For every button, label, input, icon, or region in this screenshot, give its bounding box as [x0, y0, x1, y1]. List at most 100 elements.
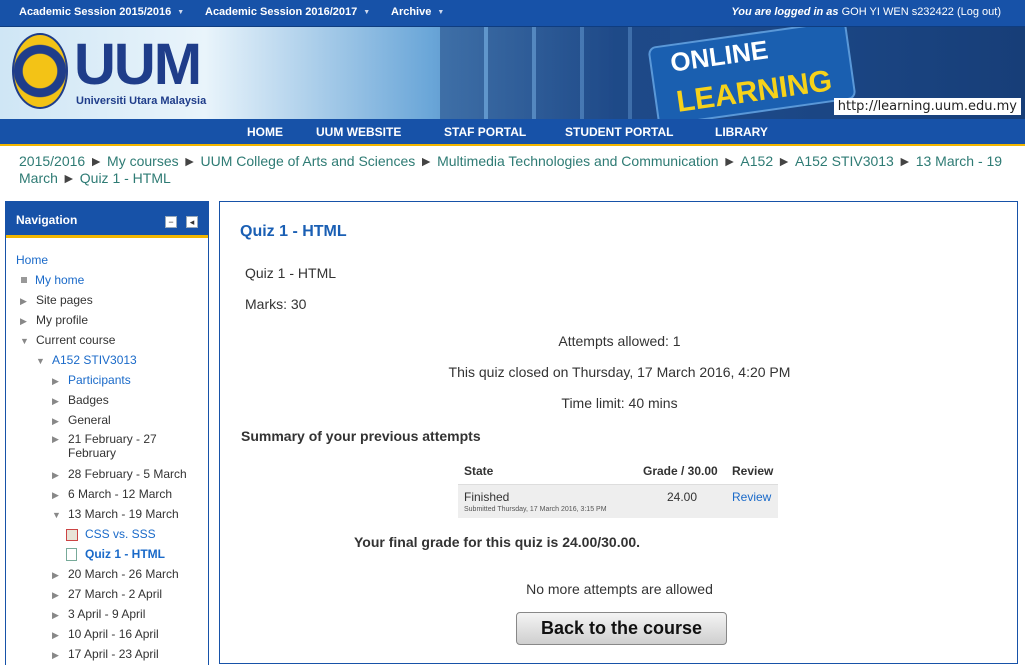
nav-item-week[interactable]: ▶ 10 April - 16 April: [52, 626, 159, 642]
column-header-state: State: [464, 464, 494, 478]
nav-item-general[interactable]: ▶ General: [52, 412, 111, 428]
user-link[interactable]: GOH YI WEN s232422: [842, 6, 954, 18]
menu-session-2015[interactable]: Academic Session 2015/2016 ▼: [19, 6, 184, 18]
nav-item-label: 27 March - 2 April: [68, 587, 163, 601]
nav-item-label: 6 March - 12 March: [68, 487, 173, 501]
quiz-icon: [66, 548, 77, 562]
column-header-review: Review: [732, 464, 774, 478]
nav-item-week[interactable]: ▶ 28 February - 5 March: [52, 466, 187, 482]
nav-item-week[interactable]: ▶ 6 March - 12 March: [52, 486, 172, 502]
menu-label: Archive: [391, 6, 432, 18]
nav-item-quiz-current[interactable]: Quiz 1 - HTML: [66, 546, 165, 562]
breadcrumb-separator: ►: [777, 153, 791, 169]
breadcrumb-item[interactable]: Multimedia Technologies and Communicatio…: [437, 153, 718, 169]
attempts-allowed: Attempts allowed: 1: [558, 333, 681, 349]
logo-text[interactable]: UUM: [74, 31, 202, 98]
nav-item-week[interactable]: ▶ 27 March - 2 April: [52, 586, 162, 602]
login-info: You are logged in as GOH YI WEN s232422 …: [731, 6, 1001, 18]
breadcrumb: 2015/2016 ► My courses ► UUM College of Arts…: [19, 153, 1009, 187]
breadcrumb-item[interactable]: UUM College of Arts and Sciences: [200, 153, 415, 169]
nav-item-label: A152 STIV3013: [52, 353, 137, 367]
expand-icon: ▶: [52, 396, 59, 406]
breadcrumb-separator: ►: [182, 153, 197, 169]
nav-item-week[interactable]: ▶ 17 April - 23 April: [52, 646, 159, 662]
menu-archive[interactable]: Archive ▼: [391, 6, 444, 18]
breadcrumb-separator: ►: [722, 153, 737, 169]
nav-home[interactable]: HOME: [247, 125, 283, 139]
nav-item-my-profile[interactable]: ▶ My profile: [20, 312, 88, 328]
nav-item-label: General: [68, 413, 111, 427]
nav-item-label: 28 February - 5 March: [68, 467, 187, 481]
nav-item-label: Quiz 1 - HTML: [85, 547, 165, 561]
nav-staf-portal[interactable]: STAF PORTAL: [444, 125, 526, 139]
nav-item-label: 20 March - 26 March: [68, 567, 179, 581]
breadcrumb-item[interactable]: A152: [740, 153, 773, 169]
nav-item-course[interactable]: ▼ A152 STIV3013: [36, 352, 137, 368]
nav-item-site-pages[interactable]: ▶ Site pages: [20, 292, 93, 308]
dock-icon[interactable]: ◂: [186, 216, 198, 228]
nav-item-home[interactable]: Home: [16, 252, 48, 268]
quiz-closed-info: This quiz closed on Thursday, 17 March 2…: [448, 364, 791, 380]
expand-icon: ▶: [52, 650, 59, 660]
breadcrumb-separator: ►: [61, 170, 76, 186]
navigation-block: Navigation − ◂ Home My home ▶ Site pages …: [5, 201, 209, 665]
uum-seal-logo[interactable]: [12, 33, 68, 109]
expand-icon: ▶: [52, 470, 59, 480]
menu-session-2016[interactable]: Academic Session 2016/2017 ▼: [205, 6, 370, 18]
nav-item-label: Badges: [68, 393, 109, 407]
expand-icon: ▶: [52, 434, 59, 444]
expand-icon: ▶: [52, 376, 59, 386]
nav-item-label: 10 April - 16 April: [68, 627, 159, 641]
nav-item-badges[interactable]: ▶ Badges: [52, 392, 109, 408]
nav-item-label: 21 February - 27 February: [68, 432, 157, 460]
breadcrumb-item[interactable]: My courses: [107, 153, 179, 169]
main-nav: HOME UUM WEBSITE STAF PORTAL STUDENT POR…: [0, 119, 1025, 146]
nav-item-week[interactable]: ▶ 20 March - 26 March: [52, 566, 179, 582]
breadcrumb-separator: ►: [419, 153, 434, 169]
attempt-grade: 24.00: [667, 490, 698, 504]
breadcrumb-item[interactable]: 2015/2016: [19, 153, 85, 169]
attempt-state: Finished: [464, 490, 510, 504]
nav-student-portal[interactable]: STUDENT PORTAL: [565, 125, 673, 139]
chevron-down-icon: ▼: [437, 8, 445, 16]
nav-item-my-home[interactable]: My home: [18, 272, 84, 288]
nav-item-label: 13 March - 19 March: [68, 507, 179, 521]
keyboard-graphic: [440, 27, 670, 119]
summary-heading: Summary of your previous attempts: [241, 428, 481, 444]
expand-icon: ▶: [20, 316, 27, 326]
collapse-icon: ▼: [52, 510, 61, 520]
nav-item-label: Participants: [68, 373, 131, 387]
nav-item-week[interactable]: ▶ 21 February - 27 February: [52, 432, 192, 464]
breadcrumb-separator: ►: [897, 153, 912, 169]
column-header-grade: Grade / 30.00: [643, 464, 718, 478]
final-grade: Your final grade for this quiz is 24.00/…: [354, 534, 641, 550]
expand-icon: ▶: [52, 416, 59, 426]
nav-item-week[interactable]: ▶ 3 April - 9 April: [52, 606, 145, 622]
breadcrumb-item[interactable]: A152 STIV3013: [795, 153, 894, 169]
menu-label: Academic Session 2015/2016: [19, 6, 172, 18]
review-link[interactable]: Review: [732, 490, 771, 504]
back-to-course-button[interactable]: Back to the course: [516, 612, 727, 645]
top-bar: Academic Session 2015/2016 ▼ Academic Ses…: [0, 0, 1025, 27]
nav-item-current-course[interactable]: ▼ Current course: [20, 332, 115, 348]
nav-item-participants[interactable]: ▶ Participants: [52, 372, 131, 388]
nav-item-label: My home: [35, 273, 85, 287]
breadcrumb-item-current[interactable]: Quiz 1 - HTML: [80, 170, 171, 186]
table-row: Finished Submitted Thursday, 17 March 20…: [458, 484, 778, 518]
minimize-icon[interactable]: −: [165, 216, 177, 228]
chevron-down-icon: ▼: [363, 8, 371, 16]
chevron-down-icon: ▼: [177, 8, 185, 16]
nav-item-css-vs-sss[interactable]: CSS vs. SSS: [66, 526, 156, 542]
nav-item-label: 3 April - 9 April: [68, 607, 146, 621]
logout-link[interactable]: (Log out): [957, 6, 1001, 18]
quiz-name: Quiz 1 - HTML: [245, 265, 337, 281]
bullet-icon: [21, 277, 27, 284]
attempt-submitted: Submitted Thursday, 17 March 2016, 3:15 …: [464, 506, 607, 513]
nav-uum-website[interactable]: UUM WEBSITE: [316, 125, 401, 139]
nav-item-label: 17 April - 23 April: [68, 647, 159, 661]
nav-item-week-current[interactable]: ▼ 13 March - 19 March: [52, 506, 179, 522]
breadcrumb-separator: ►: [89, 153, 104, 169]
nav-item-label: CSS vs. SSS: [85, 527, 156, 541]
nav-library[interactable]: LIBRARY: [715, 125, 768, 139]
quiz-marks: Marks: 30: [245, 296, 307, 312]
